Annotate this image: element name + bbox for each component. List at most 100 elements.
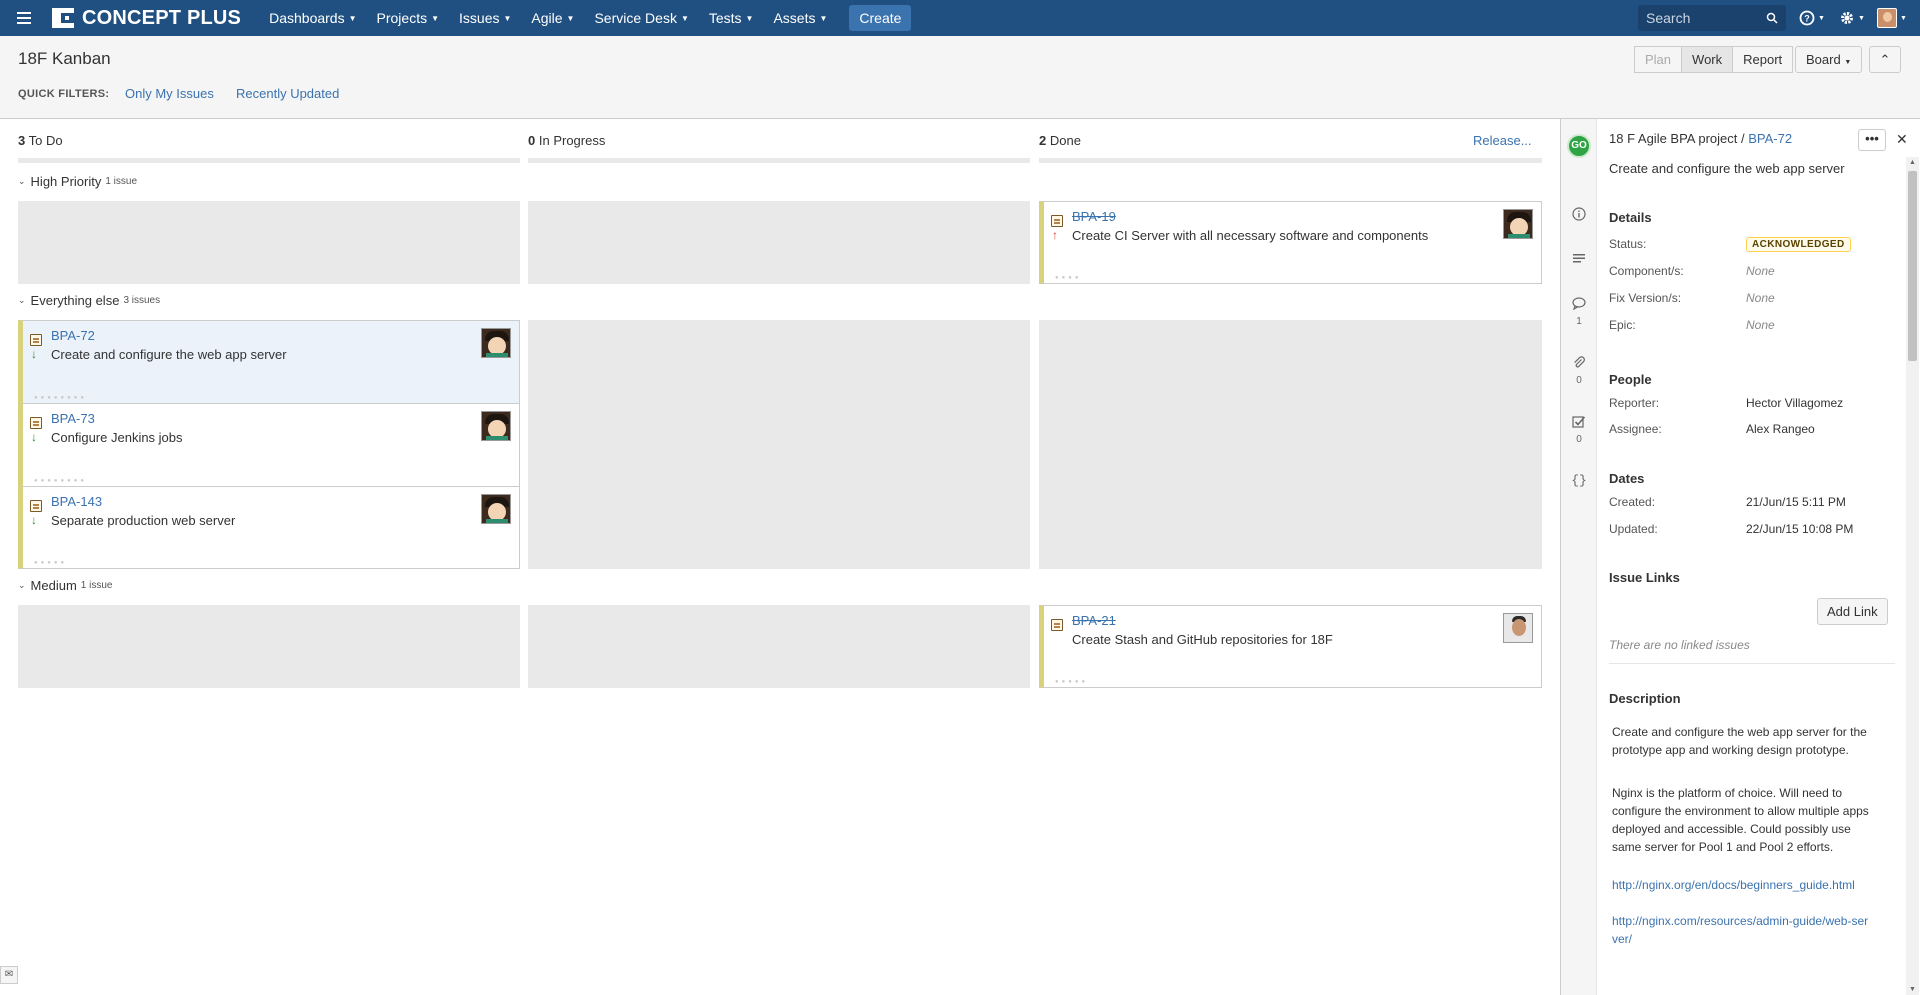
assignee-label: Assignee: <box>1609 422 1662 436</box>
section-description: Description <box>1609 691 1681 706</box>
close-icon[interactable]: ✕ <box>1896 131 1908 148</box>
days-in-column-dots: ●●●●●●●● <box>34 395 87 401</box>
collapse-icon[interactable]: ⌃ <box>1869 46 1901 73</box>
app-switcher-icon[interactable] <box>0 0 48 36</box>
scroll-down-icon[interactable]: ▼ <box>1906 986 1919 993</box>
gear-icon[interactable]: ▼ <box>1832 0 1872 36</box>
priority-low-icon: ↓ <box>31 513 37 527</box>
column-header-in-progress: 0 In Progress <box>528 133 606 148</box>
story-icon <box>30 417 42 429</box>
description-icon[interactable] <box>1561 253 1597 268</box>
created-label: Created: <box>1609 495 1656 509</box>
components-label: Component/s: <box>1609 264 1684 278</box>
description-link[interactable]: http://nginx.org/en/docs/beginners_guide… <box>1612 876 1872 894</box>
issue-card[interactable]: BPA-73 ↓ Configure Jenkins jobs ●●●●●●●● <box>18 403 520 487</box>
priority-high-icon: ↑ <box>1052 228 1058 242</box>
epic-value[interactable]: None <box>1746 318 1775 332</box>
nav-issues[interactable]: Issues ▼ <box>449 0 521 36</box>
add-link-button[interactable]: Add Link <box>1817 598 1888 625</box>
description-paragraph[interactable]: Create and configure the web app server … <box>1612 723 1872 759</box>
assignee-value[interactable]: Alex Rangeo <box>1746 422 1815 436</box>
updated-value: 22/Jun/15 10:08 PM <box>1746 522 1854 536</box>
fix-versions-value[interactable]: None <box>1746 291 1775 305</box>
issue-card[interactable]: BPA-19 ↑ Create CI Server with all neces… <box>1039 201 1542 284</box>
story-icon <box>1051 619 1063 631</box>
days-in-column-dots: ●●●●● <box>34 560 68 566</box>
create-button[interactable]: Create <box>849 5 912 31</box>
components-value[interactable]: None <box>1746 264 1775 278</box>
comment-icon[interactable] <box>1561 297 1597 313</box>
days-in-column-dots: ●●●●● <box>1055 679 1089 685</box>
status-label: Status: <box>1609 237 1647 251</box>
issue-summary: Create Stash and GitHub repositories for… <box>1072 632 1333 647</box>
logo-text: CONCEPT PLUS <box>82 6 242 29</box>
issue-title: Create and configure the web app server <box>1609 161 1845 176</box>
issue-summary: Configure Jenkins jobs <box>51 430 183 445</box>
issue-key-link[interactable]: BPA-72 <box>1748 131 1792 146</box>
nav-assets[interactable]: Assets ▼ <box>763 0 837 36</box>
empty-cell <box>528 201 1030 284</box>
mode-plan[interactable]: Plan <box>1634 46 1683 73</box>
chevron-down-icon: ⌄ <box>18 580 26 590</box>
code-icon[interactable]: {} <box>1561 473 1597 488</box>
swimlane-everything-else[interactable]: ⌄ Everything else 3 issues <box>18 293 160 308</box>
nav-projects[interactable]: Projects ▼ <box>367 0 450 36</box>
scrollbar-thumb[interactable] <box>1908 171 1917 361</box>
empty-cell <box>1039 320 1542 569</box>
issue-card-selected[interactable]: BPA-72 ↓ Create and configure the web ap… <box>18 320 520 404</box>
nav-service-desk[interactable]: Service Desk ▼ <box>584 0 698 36</box>
quick-filter-recently-updated[interactable]: Recently Updated <box>236 86 339 101</box>
swimlane-medium[interactable]: ⌄ Medium 1 issue <box>18 578 112 593</box>
mode-work[interactable]: Work <box>1682 46 1734 73</box>
panel-scrollbar[interactable]: ▲ ▼ <box>1906 157 1919 995</box>
feedback-icon[interactable]: ✉ <box>0 966 18 984</box>
help-icon[interactable]: ? ▼ <box>1792 0 1832 36</box>
search-input[interactable]: Search <box>1638 5 1786 31</box>
issue-summary: Separate production web server <box>51 513 236 528</box>
nav-tests[interactable]: Tests ▼ <box>699 0 764 36</box>
detail-sidebar: GO 1 0 0 {} <box>1561 119 1597 995</box>
issue-card[interactable]: BPA-21 Create Stash and GitHub repositor… <box>1039 605 1542 688</box>
story-icon <box>30 500 42 512</box>
status-value[interactable]: ACKNOWLEDGED <box>1746 236 1851 252</box>
chevron-down-icon: ▼ <box>566 13 575 23</box>
description-paragraph[interactable]: Nginx is the platform of choice. Will ne… <box>1612 784 1872 856</box>
reporter-label: Reporter: <box>1609 396 1660 410</box>
attachment-count: 0 <box>1576 375 1582 386</box>
more-actions-button[interactable]: ••• <box>1858 129 1886 151</box>
reporter-value[interactable]: Hector Villagomez <box>1746 396 1843 410</box>
status-badge: ACKNOWLEDGED <box>1746 237 1851 252</box>
section-details: Details <box>1609 210 1652 225</box>
nav-dashboards[interactable]: Dashboards ▼ <box>259 0 366 36</box>
logo[interactable]: CONCEPT PLUS <box>52 7 241 30</box>
comment-count: 1 <box>1576 316 1582 327</box>
quick-filters-label: QUICK FILTERS: <box>18 88 110 100</box>
release-link[interactable]: Release... <box>1473 133 1532 148</box>
assignee-avatar <box>481 494 511 524</box>
project-avatar: GO <box>1567 134 1591 158</box>
issue-key[interactable]: BPA-73 <box>51 411 95 426</box>
issue-key[interactable]: BPA-143 <box>51 494 102 509</box>
subtask-count: 0 <box>1576 434 1582 445</box>
quick-filter-only-my-issues[interactable]: Only My Issues <box>125 86 214 101</box>
days-in-column-dots: ●●●●●●●● <box>34 478 87 484</box>
description-link[interactable]: http://nginx.com/resources/admin-guide/w… <box>1612 912 1872 948</box>
subtask-icon[interactable] <box>1561 415 1597 432</box>
scroll-up-icon[interactable]: ▲ <box>1906 159 1919 166</box>
mode-report[interactable]: Report <box>1733 46 1794 73</box>
epic-label: Epic: <box>1609 318 1636 332</box>
issue-key[interactable]: BPA-19 <box>1072 209 1116 224</box>
board-menu-button[interactable]: Board ▼ <box>1795 46 1863 73</box>
empty-cell <box>18 201 520 284</box>
issue-key[interactable]: BPA-21 <box>1072 613 1116 628</box>
swimlane-high-priority[interactable]: ⌄ High Priority 1 issue <box>18 174 137 189</box>
assignee-avatar <box>481 411 511 441</box>
issue-card[interactable]: BPA-143 ↓ Separate production web server… <box>18 486 520 569</box>
info-icon[interactable] <box>1561 207 1597 224</box>
nav-agile[interactable]: Agile ▼ <box>521 0 584 36</box>
issue-key[interactable]: BPA-72 <box>51 328 95 343</box>
created-value: 21/Jun/15 5:11 PM <box>1746 495 1846 509</box>
user-avatar[interactable]: ▼ <box>1872 0 1912 36</box>
attachment-icon[interactable] <box>1561 356 1597 373</box>
issue-summary: Create CI Server with all necessary soft… <box>1072 228 1429 243</box>
